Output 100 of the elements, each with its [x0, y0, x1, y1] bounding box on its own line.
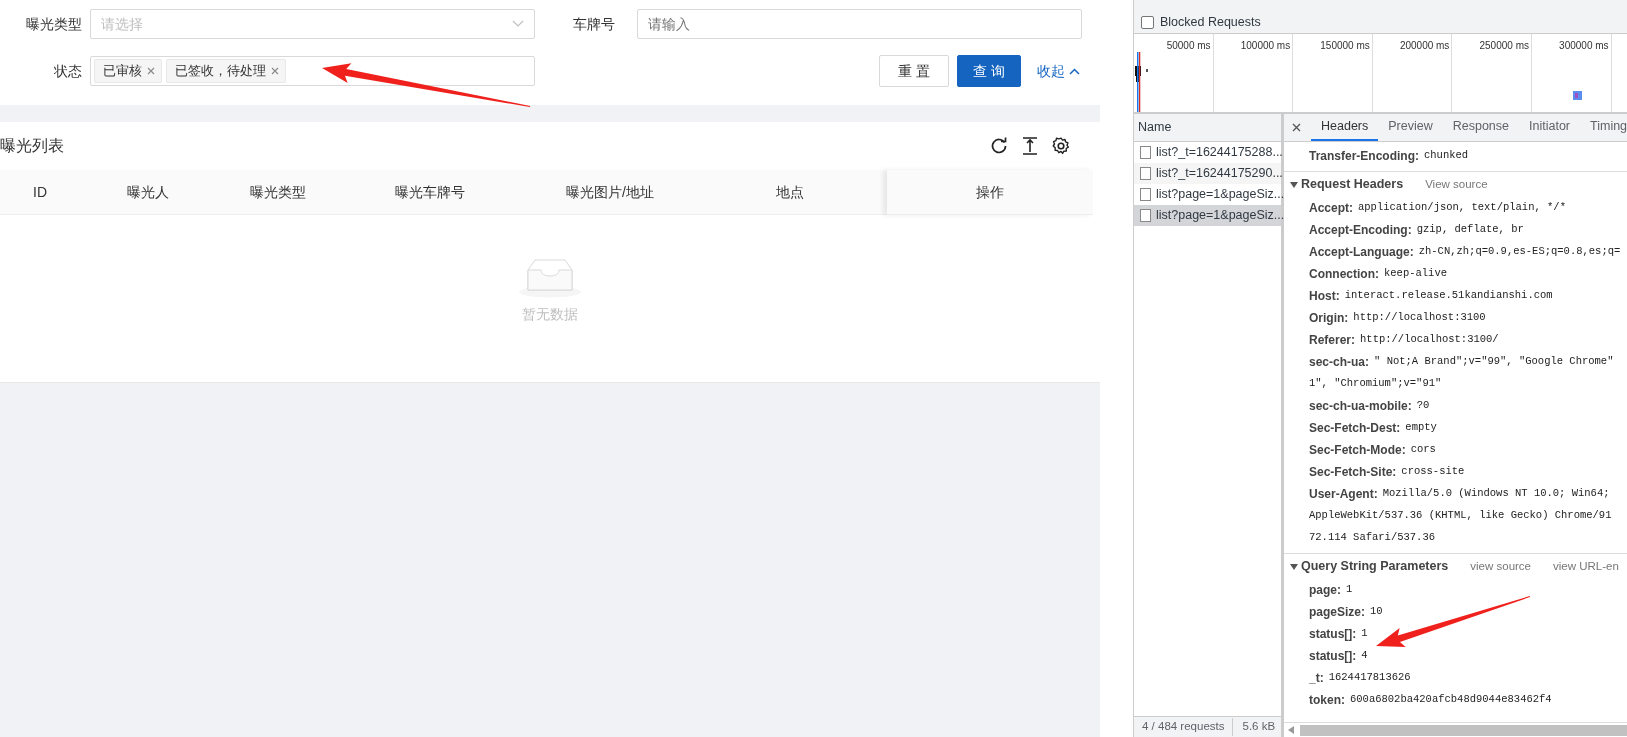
file-icon: [1140, 146, 1151, 159]
multi-select-field[interactable]: 已审核 已签收，待处理: [90, 56, 535, 86]
tab[interactable]: Preview: [1378, 114, 1443, 141]
request-count: 4 / 484 requests: [1134, 718, 1234, 736]
header-value: 1: [1361, 626, 1368, 642]
scrollbar-thumb[interactable]: [1300, 724, 1627, 736]
header-value: 1: [1346, 582, 1353, 598]
transfer-size: 5.6 kB: [1241, 719, 1276, 735]
header-value: 1624417813626: [1328, 670, 1411, 686]
reset-button[interactable]: 重 置: [879, 55, 950, 87]
view-link[interactable]: View source: [1425, 175, 1488, 194]
header-name: Referer:: [1309, 332, 1356, 349]
request-row[interactable]: list?page=1&pageSiz...: [1134, 205, 1281, 226]
header-value: 4: [1361, 648, 1368, 664]
header-name: Transfer-Encoding:: [1309, 148, 1419, 165]
chevron-down-icon: [512, 20, 524, 28]
timeline-tick: 100000 ms: [1240, 40, 1291, 51]
header-name: Accept-Encoding:: [1309, 222, 1412, 239]
text-input-field[interactable]: 请输入: [637, 9, 1082, 39]
header-name: sec-ch-ua:: [1309, 354, 1370, 371]
header-value: AppleWebKit/537.36 (KHTML, like Gecko) Chrome/91: [1309, 508, 1612, 524]
header-name: status[]:: [1309, 648, 1357, 665]
selected-tag: 已签收，待处理: [166, 59, 286, 83]
timeline-tick: 50000 ms: [1166, 40, 1211, 51]
section-header[interactable]: Request Headers: [1290, 175, 1404, 194]
empty-text: 暂无数据: [522, 305, 578, 324]
field-label: 曝光类型: [25, 14, 83, 34]
checkbox[interactable]: [1141, 16, 1154, 29]
empty-inbox-icon: [518, 257, 582, 298]
timeline-tick: 250000 ms: [1479, 40, 1529, 51]
header-name: pageSize:: [1309, 604, 1365, 621]
column-header: Name: [1138, 119, 1172, 137]
header-name: Connection:: [1309, 266, 1379, 283]
header-value: 72.114 Safari/537.36: [1309, 530, 1436, 546]
header-value: interact.release.51kandianshi.com: [1344, 288, 1553, 304]
header-value: http://localhost:3100: [1353, 310, 1486, 326]
file-icon: [1140, 209, 1151, 222]
header-value: application/json, text/plain, */*: [1358, 200, 1566, 216]
file-icon: [1140, 167, 1151, 180]
timeline-tick: 200000 ms: [1399, 40, 1450, 51]
collapse-link[interactable]: 收起: [1037, 60, 1080, 82]
close-icon[interactable]: [271, 67, 279, 75]
column-header: 操作: [976, 182, 1004, 202]
header-value: keep-alive: [1384, 266, 1447, 282]
request-row[interactable]: list?_t=16244175288...: [1134, 142, 1281, 163]
settings-icon[interactable]: [1052, 137, 1070, 155]
section-header[interactable]: Query String Parameters: [1290, 557, 1449, 576]
header-name: Accept-Language:: [1309, 244, 1414, 261]
header-name: Sec-Fetch-Dest:: [1309, 420, 1401, 437]
header-name: Host:: [1309, 288, 1340, 305]
header-name: Origin:: [1309, 310, 1349, 327]
header-value: ?0: [1416, 398, 1430, 414]
header-value: Mozilla/5.0 (Windows NT 10.0; Win64;: [1382, 486, 1610, 502]
placeholder-text: 请选择: [101, 14, 143, 34]
header-name: status[]:: [1309, 626, 1357, 643]
header-value: cors: [1410, 442, 1436, 458]
header-name: Sec-Fetch-Site:: [1309, 464, 1397, 481]
header-value: chunked: [1424, 148, 1469, 164]
selected-tag: 已审核: [94, 59, 162, 83]
header-name: _t:: [1309, 670, 1324, 687]
tab[interactable]: Headers: [1311, 114, 1379, 141]
header-value: 10: [1370, 604, 1383, 620]
header-value: zh-CN,zh;q=0.9,es-ES;q=0.8,es;q=: [1418, 244, 1621, 260]
header-value: cross-site: [1401, 464, 1465, 480]
header-name: sec-ch-ua-mobile:: [1309, 398, 1412, 415]
scroll-left-icon[interactable]: [1288, 726, 1294, 734]
list-title: 曝光列表: [0, 136, 64, 156]
checkbox-label: Blocked Requests: [1160, 14, 1261, 32]
timeline-tick: 150000 ms: [1320, 40, 1370, 51]
header-name: User-Agent:: [1309, 486, 1378, 503]
timeline-tick: 300000 ms: [1559, 40, 1609, 51]
request-row[interactable]: list?page=1&pageSiz...: [1134, 184, 1281, 205]
column-header: ID: [33, 183, 47, 200]
column-header: 曝光类型: [250, 183, 306, 200]
tab[interactable]: Response: [1442, 114, 1519, 141]
column-height-icon[interactable]: [1022, 137, 1038, 155]
triangle-icon: [1290, 562, 1298, 571]
search-button[interactable]: 查 询: [957, 55, 1021, 87]
request-row[interactable]: list?_t=16244175290...: [1134, 163, 1281, 184]
column-header: 曝光图片/地址: [566, 183, 654, 200]
view-link[interactable]: view URL-en: [1553, 557, 1619, 576]
header-name: page:: [1309, 582, 1341, 599]
header-value: 600a6802ba420afcb48d9044e83462f4: [1350, 692, 1552, 708]
chevron-up-icon: [1069, 67, 1080, 75]
field-label: 车牌号: [572, 14, 616, 34]
tab[interactable]: Initiator: [1519, 114, 1580, 141]
view-link[interactable]: view source: [1470, 557, 1531, 576]
reload-icon[interactable]: [990, 137, 1008, 155]
header-value: " Not;A Brand";v="99", "Google Chrome": [1374, 354, 1614, 370]
header-name: token:: [1309, 692, 1345, 709]
tab[interactable]: Timing: [1580, 114, 1627, 141]
triangle-icon: [1290, 180, 1298, 189]
column-header: 曝光车牌号: [395, 183, 465, 200]
header-value: 1", "Chromium";v="91": [1309, 376, 1442, 392]
close-icon[interactable]: [1292, 123, 1301, 132]
close-icon[interactable]: [147, 67, 155, 75]
field-label: 状态: [53, 61, 83, 81]
column-header: 曝光人: [127, 183, 169, 200]
header-name: Sec-Fetch-Mode:: [1309, 442, 1406, 459]
header-name: Accept:: [1309, 200, 1353, 217]
